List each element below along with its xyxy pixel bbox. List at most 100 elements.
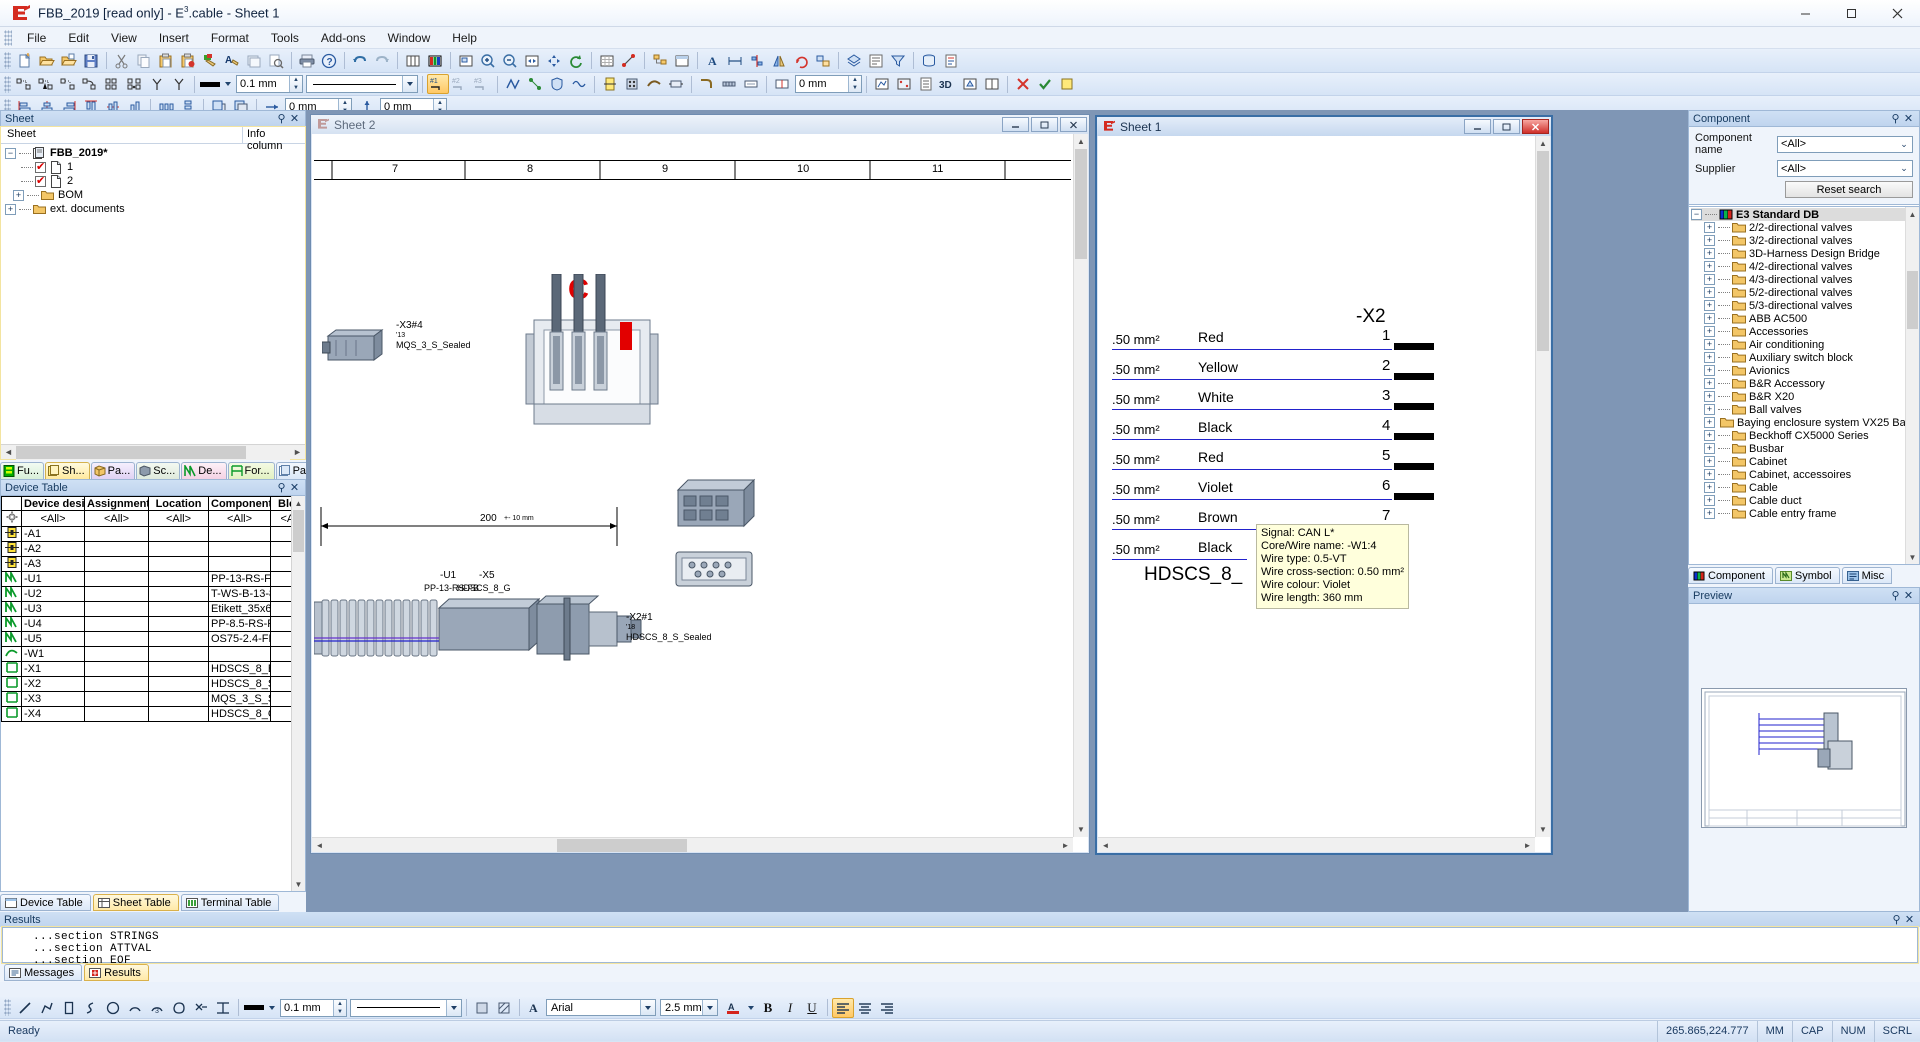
pin-icon[interactable]: ⚲	[1889, 589, 1902, 602]
scroll-up-icon[interactable]: ▲	[1906, 207, 1919, 221]
tab-symbol[interactable]: Symbol	[1775, 567, 1840, 584]
font-size-combo[interactable]: 2.5 mm	[660, 999, 718, 1016]
sheet1-canvas[interactable]: -X2 .50 mm² Red 1 .50 mm² Yellow 2	[1098, 136, 1550, 852]
table-row[interactable]: -X4HDSCS_8_G	[2, 707, 307, 722]
open-icon[interactable]	[36, 51, 58, 71]
polyline-tool-icon[interactable]	[36, 998, 58, 1018]
snap-icon[interactable]	[618, 51, 640, 71]
new-icon[interactable]	[14, 51, 36, 71]
refresh-icon[interactable]	[565, 51, 587, 71]
font-name-combo[interactable]: Arial	[546, 999, 656, 1016]
connect-multi-icon[interactable]	[58, 74, 80, 94]
text-format-icon[interactable]: A	[524, 998, 546, 1018]
draw-line-width-spinner[interactable]: ▲▼	[280, 999, 347, 1017]
tree-item-42-directional-valves[interactable]: +4/2-directional valves	[1691, 260, 1919, 273]
sheet2-canvas[interactable]: 7 8 9 10 11 C	[312, 134, 1088, 852]
close-button[interactable]	[1874, 0, 1920, 27]
tree-item-abb-ac500[interactable]: +ABB AC500	[1691, 312, 1919, 325]
duplicate-icon[interactable]	[243, 51, 265, 71]
scroll-left-icon[interactable]: ◄	[1098, 838, 1113, 853]
sheet-tree-hscrollbar[interactable]: ◄ ►	[1, 444, 305, 459]
menu-view[interactable]: View	[100, 28, 148, 48]
hscroll-track[interactable]	[1113, 838, 1520, 853]
mirror-icon[interactable]	[768, 51, 790, 71]
expander-icon[interactable]: +	[1704, 235, 1715, 246]
font-color-icon[interactable]: A	[722, 998, 744, 1018]
scroll-down-icon[interactable]: ▼	[292, 877, 305, 891]
tab-component[interactable]: Component	[1688, 567, 1773, 584]
underline-button[interactable]: U	[801, 998, 823, 1018]
tab-results[interactable]: Results	[84, 964, 149, 981]
toolbar-grip-draw[interactable]	[4, 999, 11, 1016]
supplier-combo[interactable]: <All> ⌄	[1777, 160, 1913, 177]
wire-number-alt2-icon[interactable]: #3	[471, 74, 493, 94]
zoom-fit-icon[interactable]	[521, 51, 543, 71]
tree-item-3d-harness-design-bridge[interactable]: +3D-Harness Design Bridge	[1691, 247, 1919, 260]
view-split-icon[interactable]	[981, 74, 1003, 94]
tree-item-cable[interactable]: +Cable	[1691, 481, 1919, 494]
scroll-up-icon[interactable]: ▲	[1074, 134, 1088, 149]
filter-assignment[interactable]: <All>	[85, 511, 149, 527]
expander-icon[interactable]: +	[1704, 339, 1715, 350]
vscroll-thumb[interactable]	[1075, 149, 1087, 259]
align-left-button[interactable]	[832, 998, 854, 1018]
rectangle-tool-icon[interactable]	[58, 998, 80, 1018]
table-row[interactable]: -W1	[2, 647, 307, 662]
close-icon[interactable]: ✕	[1903, 913, 1916, 926]
connect-pin-icon[interactable]	[36, 74, 58, 94]
table-row[interactable]: -U3Etikett_35x60	[2, 602, 307, 617]
draw-line-color-dropdown[interactable]	[265, 1000, 278, 1016]
expander-icon[interactable]: +	[1704, 378, 1715, 389]
minimize-button[interactable]	[1782, 0, 1828, 27]
paste-icon[interactable]	[155, 51, 177, 71]
tree-item-baying-enclosure-system[interactable]: +Baying enclosure system VX25 Basic encl…	[1691, 416, 1919, 429]
tree-item-cable-entry-frame[interactable]: +Cable entry frame	[1691, 507, 1919, 520]
copy-icon[interactable]	[133, 51, 155, 71]
component-tree-vscrollbar[interactable]: ▲ ▼	[1905, 207, 1919, 564]
menu-format[interactable]: Format	[200, 28, 260, 48]
device-table-vscrollbar[interactable]: ▲ ▼	[291, 496, 305, 891]
zoom-in-icon[interactable]	[477, 51, 499, 71]
dimension-tool-icon[interactable]	[212, 998, 234, 1018]
connect-node-icon[interactable]	[14, 74, 36, 94]
font-color-dropdown[interactable]	[744, 1000, 757, 1016]
table-icon[interactable]	[671, 51, 693, 71]
connect-curve-icon[interactable]	[80, 74, 102, 94]
tree-item-cabinet-accessoires[interactable]: +Cabinet, accessoires	[1691, 468, 1919, 481]
tab-parts[interactable]: Pa...	[91, 462, 136, 479]
redo-icon[interactable]	[371, 51, 393, 71]
pin-icon[interactable]: ⚲	[275, 112, 288, 125]
draw-line-width-input[interactable]	[281, 1000, 333, 1016]
draw-line-width-arrows[interactable]: ▲▼	[333, 1000, 346, 1016]
filter-icon[interactable]	[887, 51, 909, 71]
expander-icon[interactable]: +	[1704, 508, 1715, 519]
signal-icon[interactable]	[502, 74, 524, 94]
sheet2-window[interactable]: Sheet 2	[310, 114, 1090, 854]
table-row[interactable]: -X1HDSCS_8_B_	[2, 662, 307, 677]
expander-icon[interactable]: −	[5, 148, 16, 159]
scroll-right-icon[interactable]: ►	[290, 445, 305, 460]
connector-x3-graphic[interactable]	[322, 324, 392, 374]
line-style-dropdown-arrow[interactable]	[402, 76, 417, 92]
table-row[interactable]: -U5OS75-2.4-FB	[2, 632, 307, 647]
align-center-button[interactable]	[854, 998, 876, 1018]
tab-terminal-table[interactable]: Terminal Table	[181, 894, 280, 911]
vscroll-thumb[interactable]	[293, 510, 304, 552]
zoom-out-icon[interactable]	[499, 51, 521, 71]
tree-item-beckhoff-cx5000[interactable]: +Beckhoff CX5000 Series	[1691, 429, 1919, 442]
report-icon[interactable]	[940, 51, 962, 71]
tree-item-53-directional-valves[interactable]: +5/3-directional valves	[1691, 299, 1919, 312]
offset-arrows[interactable]: ▲▼	[848, 76, 861, 92]
sheet2-maximize-button[interactable]	[1031, 117, 1058, 132]
font-name-dropdown-arrow[interactable]	[640, 1000, 655, 1015]
table-row[interactable]: -A3	[2, 557, 307, 572]
expander-icon[interactable]: +	[1704, 300, 1715, 311]
reset-search-button[interactable]: Reset search	[1785, 181, 1913, 198]
group-icon[interactable]	[812, 51, 834, 71]
col-assignment[interactable]: Assignment	[85, 497, 149, 511]
view-3d-icon[interactable]	[959, 74, 981, 94]
align-right-button[interactable]	[876, 998, 898, 1018]
color-columns-icon[interactable]	[424, 51, 446, 71]
toolbar-grip-standard[interactable]	[4, 52, 11, 69]
bundle-dot-icon[interactable]	[124, 74, 146, 94]
